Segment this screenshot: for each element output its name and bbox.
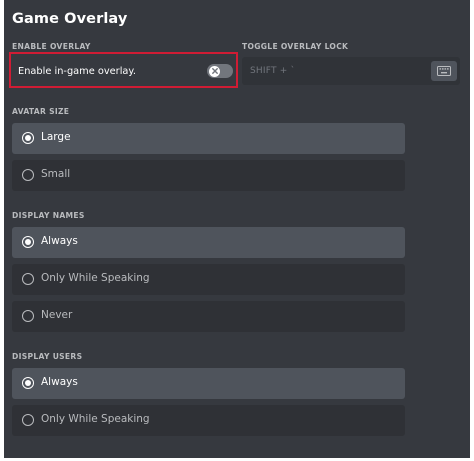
display-names-option-only-while-speaking[interactable]: Only While Speaking: [12, 264, 405, 295]
option-label: Small: [41, 168, 71, 180]
record-keybind-button[interactable]: [431, 61, 457, 81]
option-label: Large: [41, 131, 71, 143]
option-label: Always: [41, 235, 78, 247]
display-users-option-always[interactable]: Always: [12, 368, 405, 399]
radio-unselected-icon: [22, 273, 34, 285]
display-names-option-always[interactable]: Always: [12, 227, 405, 258]
page-title: Game Overlay: [12, 11, 128, 27]
enable-overlay-highlight-box: Enable in-game overlay.: [9, 52, 238, 88]
display-users-section-label: DISPLAY USERS: [12, 352, 83, 361]
radio-selected-icon: [22, 377, 34, 389]
enable-overlay-toggle[interactable]: [207, 64, 233, 78]
keyboard-icon: [437, 66, 451, 76]
avatar-size-section-label: AVATAR SIZE: [12, 107, 70, 116]
option-label: Never: [41, 309, 73, 321]
radio-selected-icon: [22, 236, 34, 248]
avatar-size-option-large[interactable]: Large: [12, 123, 405, 154]
enable-overlay-label: Enable in-game overlay.: [18, 66, 136, 77]
close-icon: [211, 68, 218, 74]
toggle-overlay-lock-section-label: TOGGLE OVERLAY LOCK: [242, 42, 349, 51]
display-names-section-label: DISPLAY NAMES: [12, 211, 85, 220]
option-label: Only While Speaking: [41, 272, 150, 284]
option-label: Always: [41, 376, 78, 388]
keybind-value: SHIFT + `: [250, 66, 296, 76]
radio-selected-icon: [22, 132, 34, 144]
display-names-option-never[interactable]: Never: [12, 301, 405, 332]
overlay-lock-keybind-field[interactable]: SHIFT + `: [242, 57, 460, 85]
avatar-size-option-small[interactable]: Small: [12, 160, 405, 191]
radio-unselected-icon: [22, 169, 34, 181]
radio-unselected-icon: [22, 310, 34, 322]
game-overlay-settings-panel: Game Overlay ENABLE OVERLAY Enable in-ga…: [4, 0, 470, 458]
toggle-knob: [209, 65, 220, 77]
enable-overlay-section-label: ENABLE OVERLAY: [12, 42, 91, 51]
option-label: Only While Speaking: [41, 413, 150, 425]
radio-unselected-icon: [22, 414, 34, 426]
display-users-option-only-while-speaking[interactable]: Only While Speaking: [12, 405, 405, 436]
